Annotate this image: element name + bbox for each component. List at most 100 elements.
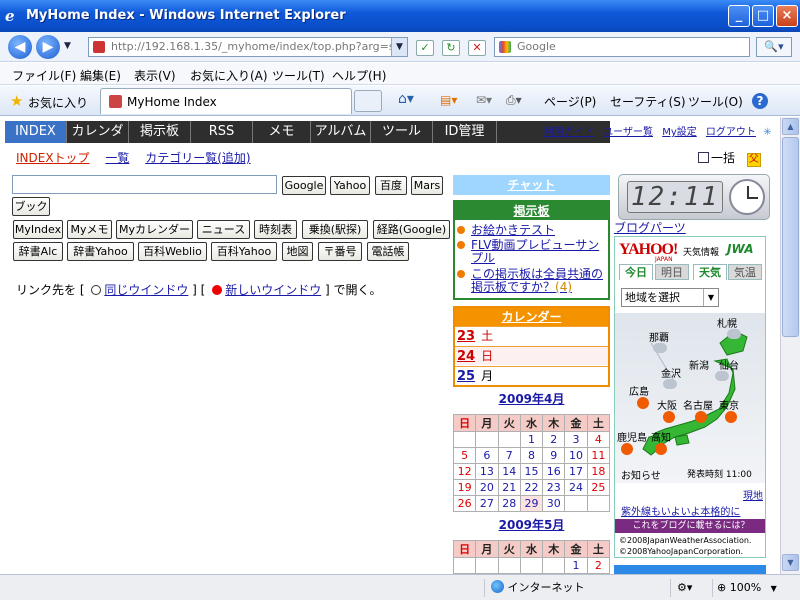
calendar-date-cell[interactable]: 9 [542, 447, 566, 464]
bbs-header[interactable]: 掲示板 [455, 202, 608, 220]
page-menu[interactable]: ページ(P) [544, 93, 596, 110]
calendar-date-cell[interactable]: 2 [542, 431, 566, 448]
web-search-input[interactable] [12, 175, 277, 194]
encyclopedia-weblio-button[interactable]: 百科Weblio [138, 242, 207, 261]
calendar-date-cell[interactable]: 27 [475, 495, 499, 512]
zoom-control[interactable]: ⊕ 100% ▼ [712, 579, 782, 597]
bulk-toggle[interactable]: 一括 父 [698, 149, 761, 167]
calendar-day[interactable]: 24 [457, 349, 475, 364]
menu-edit[interactable]: 編集(E) [80, 67, 121, 84]
calendar-date-cell[interactable]: 1 [519, 431, 544, 448]
menu-file[interactable]: ファイル(F) [12, 67, 76, 84]
calendar-date-cell[interactable]: 5 [452, 447, 477, 464]
april-title[interactable]: 2009年4月 [453, 390, 610, 407]
calendar-date-cell[interactable]: 29 [519, 495, 544, 512]
nav-bbs[interactable]: 掲示板 [129, 121, 191, 143]
calendar-date-cell[interactable]: 15 [519, 463, 544, 480]
calendar-date-cell[interactable]: 25 [586, 479, 611, 496]
calendar-day[interactable]: 25 [457, 369, 475, 384]
calendar-date-cell[interactable]: 21 [497, 479, 521, 496]
myindex-button[interactable]: MyIndex [13, 220, 63, 239]
may-title[interactable]: 2009年5月 [453, 516, 610, 533]
calendar-date-cell[interactable]: 26 [452, 495, 477, 512]
uv-notice-link[interactable]: 紫外線もいよいよ本格的に [621, 503, 740, 518]
menu-view[interactable]: 表示(V) [134, 67, 176, 84]
calendar-date-cell[interactable]: 11 [586, 447, 611, 464]
my-settings-link[interactable]: My設定 [662, 127, 697, 138]
scroll-up-icon[interactable]: ▲ [782, 118, 799, 135]
list-link[interactable]: 一覧 [105, 151, 129, 165]
calendar-date-cell[interactable]: 23 [542, 479, 566, 496]
calendar-day[interactable]: 23 [457, 329, 475, 344]
encyclopedia-yahoo-button[interactable]: 百科Yahoo [211, 242, 277, 261]
calendar-date-cell[interactable]: 22 [519, 479, 544, 496]
badge-icon[interactable]: 父 [746, 153, 761, 167]
scroll-thumb[interactable] [782, 137, 799, 337]
nav-tools[interactable]: ツール [371, 121, 433, 143]
safety-menu[interactable]: セーフティ(S) [610, 93, 686, 110]
bbs-item-title[interactable]: この掲示板は全員共通の掲示板ですか？(4) [471, 268, 609, 294]
tools-menu[interactable]: ツール(O) [688, 93, 743, 110]
bbs-item-title[interactable]: お絵かきテスト [471, 224, 609, 237]
calendar-day-row[interactable]: 23 土 [455, 326, 608, 345]
book-search-button[interactable]: ブック [12, 197, 50, 216]
calendar-date-cell[interactable]: 16 [542, 463, 566, 480]
menu-tools[interactable]: ツール(T) [272, 67, 325, 84]
new-window-radio[interactable] [212, 285, 223, 295]
user-list-link[interactable]: ユーザー覧 [603, 127, 653, 138]
favorites-label[interactable]: お気に入り [28, 94, 88, 111]
history-dropdown-icon[interactable]: ▼ [64, 41, 71, 51]
map-button[interactable]: 地図 [282, 242, 313, 261]
calendar-date-cell[interactable]: 4 [586, 431, 611, 448]
calendar-date-cell[interactable]: 8 [519, 447, 544, 464]
calendar-date-cell[interactable]: 30 [542, 495, 566, 512]
address-bar[interactable]: http://192.168.1.35/_myhome/index/top.ph… [88, 37, 408, 57]
route-google-button[interactable]: 経路(Google) [373, 220, 450, 239]
postal-code-button[interactable]: 〒番号 [318, 242, 362, 261]
calendar-date-cell[interactable]: 17 [564, 463, 588, 480]
tab-weather[interactable]: 天気 [693, 264, 727, 280]
mymemo-button[interactable]: Myメモ [67, 220, 112, 239]
feeds-icon[interactable]: ▤▾ [440, 93, 457, 107]
back-button[interactable]: ◀ [8, 35, 32, 59]
nav-id-manage[interactable]: ID管理 [433, 121, 497, 143]
region-select[interactable]: 地域を選択 ▼ [621, 288, 719, 307]
same-window-link[interactable]: 同じウインドウ [104, 283, 188, 297]
home-icon[interactable]: ⌂▾ [398, 91, 414, 107]
calendar-date-cell[interactable]: 10 [564, 447, 588, 464]
phonebook-button[interactable]: 電話帳 [367, 242, 409, 261]
logout-link[interactable]: ログアウト [706, 127, 756, 138]
tab-today[interactable]: 今日 [619, 264, 653, 280]
calendar-date-cell[interactable]: 1 [564, 557, 588, 574]
new-tab-button[interactable] [354, 90, 382, 112]
scroll-down-icon[interactable]: ▼ [782, 554, 799, 571]
nav-calendar[interactable]: カレンダ [67, 121, 129, 143]
baidu-search-button[interactable]: 百度 [375, 176, 407, 195]
mycalendar-button[interactable]: Myカレンダー [116, 220, 193, 239]
menu-favorites[interactable]: お気に入り(A) [190, 67, 268, 84]
search-input[interactable]: Google [494, 37, 750, 57]
compatibility-icon[interactable]: ✓ [416, 40, 434, 56]
stop-icon[interactable]: ✕ [468, 40, 486, 56]
protected-mode-icon[interactable]: ⚙▾ [670, 579, 706, 597]
calendar-date-cell[interactable]: 28 [497, 495, 521, 512]
same-window-radio[interactable] [91, 285, 102, 295]
calendar-date-cell[interactable]: 20 [475, 479, 499, 496]
calendar-date-cell[interactable]: 18 [586, 463, 611, 480]
calendar-date-cell[interactable]: 6 [475, 447, 499, 464]
calendar-day-row[interactable]: 25 月 [455, 366, 608, 385]
nav-index[interactable]: INDEX [5, 121, 67, 143]
nav-rss[interactable]: RSS [191, 121, 253, 143]
transfer-button[interactable]: 乗換(駅探) [302, 220, 368, 239]
calendar-date-cell[interactable]: 2 [586, 557, 611, 574]
close-button[interactable]: × [776, 5, 798, 27]
timetable-button[interactable]: 時刻表 [254, 220, 297, 239]
mars-search-button[interactable]: Mars [411, 176, 443, 195]
bbs-item-title[interactable]: FLV動画プレビューサンプル [471, 239, 609, 265]
yahoo-search-button[interactable]: Yahoo [330, 176, 370, 195]
guide-link[interactable]: 利用ガイド [544, 127, 594, 138]
news-button[interactable]: ニュース [197, 220, 250, 239]
weather-more-link[interactable]: 現地 [743, 487, 763, 502]
address-dropdown-icon[interactable]: ▼ [391, 38, 407, 56]
forward-button[interactable]: ▶ [36, 35, 60, 59]
